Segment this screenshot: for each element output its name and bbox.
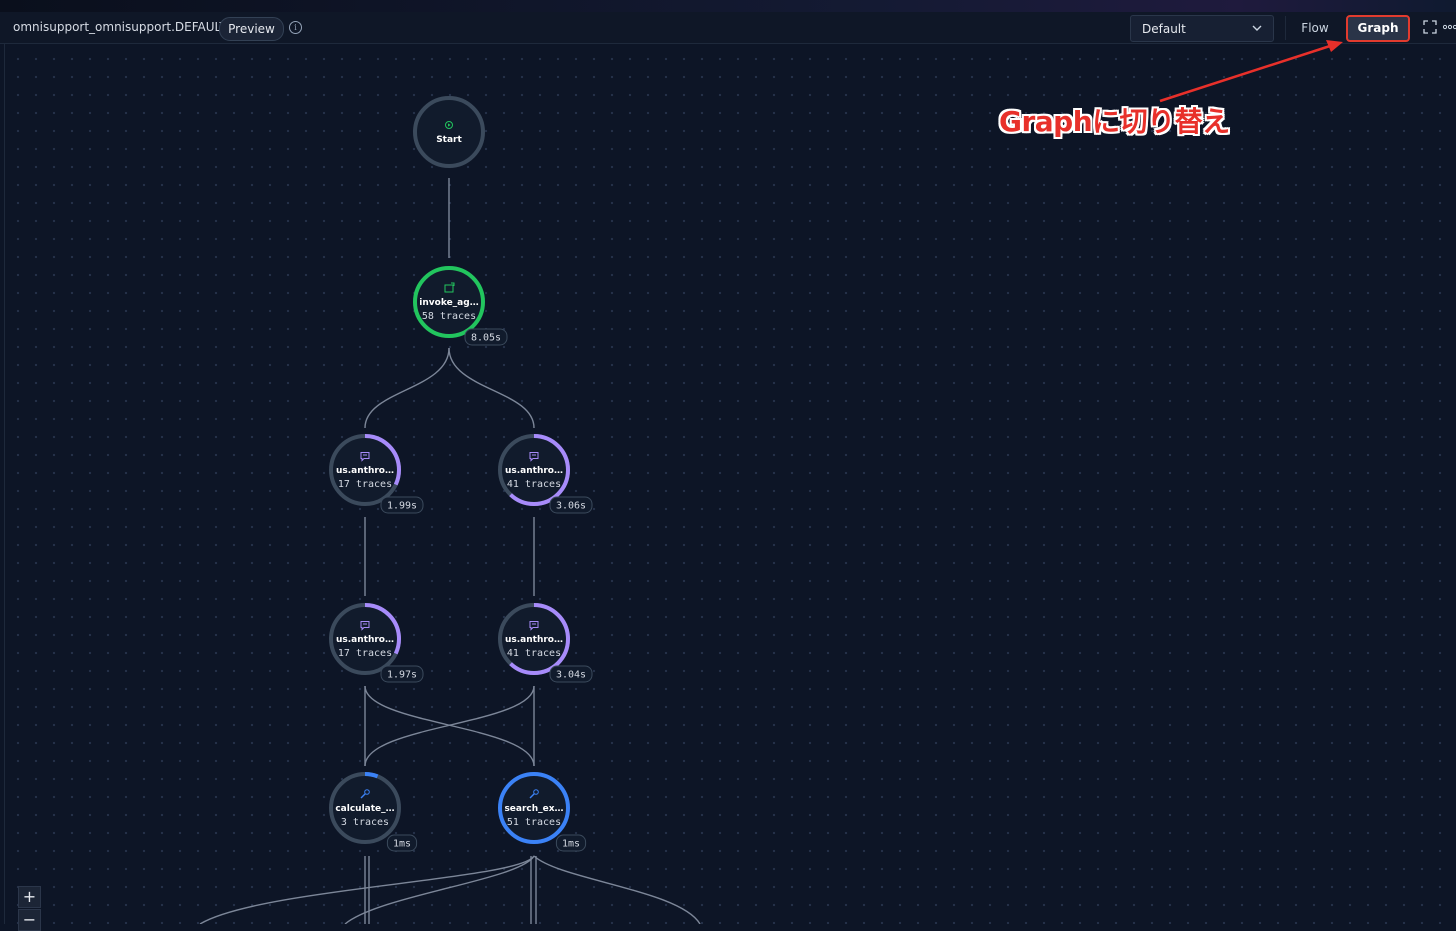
zoom-in-button[interactable]: +: [18, 886, 41, 908]
zoom-out-button[interactable]: −: [18, 909, 41, 931]
annotation-arrow: [1159, 40, 1343, 103]
